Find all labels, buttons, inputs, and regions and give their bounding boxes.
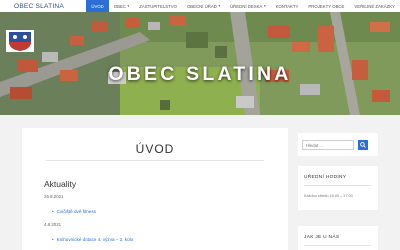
- nav-item-label: VEŘEJNÉ ZAKÁZKY: [354, 3, 395, 9]
- search-icon: [360, 142, 366, 148]
- nav-item-label: OBECNÍ ÚŘAD: [186, 3, 217, 9]
- news-link[interactable]: • Knihovnické dotace 4. výzva – 2. kolo: [52, 237, 133, 242]
- chevron-down-icon: ▾: [218, 4, 221, 8]
- chevron-down-icon: ▾: [263, 4, 266, 8]
- nav-item-obecni-urad[interactable]: OBECNÍ ÚŘAD ▾: [182, 0, 225, 12]
- news-link-label: Knihovnické dotace 4. výzva – 2. kolo: [56, 237, 134, 242]
- nav-item-label: ZASTUPITELSTVO: [139, 3, 177, 9]
- hero-title: OBEC SLATINA: [108, 63, 292, 85]
- chevron-down-icon: ▾: [127, 4, 130, 8]
- nav-item-obec[interactable]: OBEC ▾: [109, 0, 134, 12]
- nav-item-label: PROJEKTY OBCE: [308, 3, 345, 9]
- search-widget: [298, 133, 378, 156]
- nav-item-zastupitelstvo[interactable]: ZASTUPITELSTVO: [134, 0, 182, 12]
- jak-je-u-nas-heading: JAK JE U NÁS: [304, 235, 340, 240]
- bullet-icon: •: [52, 209, 54, 214]
- jak-je-u-nas-widget: JAK JE U NÁS: [298, 226, 378, 250]
- nav-item-projekty-obce[interactable]: PROJEKTY OBCE: [303, 0, 349, 12]
- site-brand[interactable]: OBEC SLATINA: [14, 3, 86, 10]
- widget-divider: [304, 245, 371, 246]
- main-content-card: ÚVOD Aktuality 26.8.2021 • Cvičiště dvě f…: [22, 128, 288, 250]
- office-hours-heading: ÚŘEDNÍ HODINY: [304, 175, 347, 180]
- nav-item-label: KONTAKTY: [275, 3, 299, 9]
- news-link[interactable]: • Cvičiště dvě fitness: [52, 209, 96, 214]
- nav-item-kontakty[interactable]: KONTAKTY: [271, 0, 304, 12]
- coat-of-arms-icon: [6, 30, 34, 52]
- nav-item-label: ÚVOD: [91, 3, 104, 9]
- office-hours-text: Každou středu 15:00 – 17:00: [304, 194, 353, 198]
- office-hours-widget: ÚŘEDNÍ HODINY Každou středu 15:00 – 17:0…: [298, 166, 378, 210]
- nav-item-verejne-zakazky[interactable]: VEŘEJNÉ ZAKÁZKY: [349, 0, 400, 12]
- section-heading: Aktuality: [44, 179, 77, 189]
- news-date: 26.8.2021: [44, 194, 64, 199]
- nav-item-uredni-deska[interactable]: ÚŘEDNÍ DESKA ▾: [225, 0, 271, 12]
- main-nav: ÚVOD OBEC ▾ ZASTUPITELSTVO OBECNÍ ÚŘAD ▾ Ú…: [86, 0, 400, 12]
- page-title: ÚVOD: [135, 142, 175, 156]
- search-button[interactable]: [358, 140, 368, 150]
- top-navbar: OBEC SLATINA ÚVOD OBEC ▾ ZASTUPITELSTVO O…: [0, 0, 400, 12]
- news-link-label: Cvičiště dvě fitness: [56, 209, 96, 214]
- nav-item-label: ÚŘEDNÍ DESKA: [230, 3, 263, 9]
- nav-item-uvod[interactable]: ÚVOD: [86, 0, 109, 12]
- title-divider: [46, 160, 264, 161]
- bullet-icon: •: [52, 237, 54, 242]
- nav-item-label: OBEC: [113, 3, 126, 9]
- search-input[interactable]: [302, 140, 354, 150]
- widget-divider: [304, 185, 371, 186]
- news-date: 4.8.2021: [44, 222, 62, 227]
- hero-banner: OBEC SLATINA: [0, 12, 400, 115]
